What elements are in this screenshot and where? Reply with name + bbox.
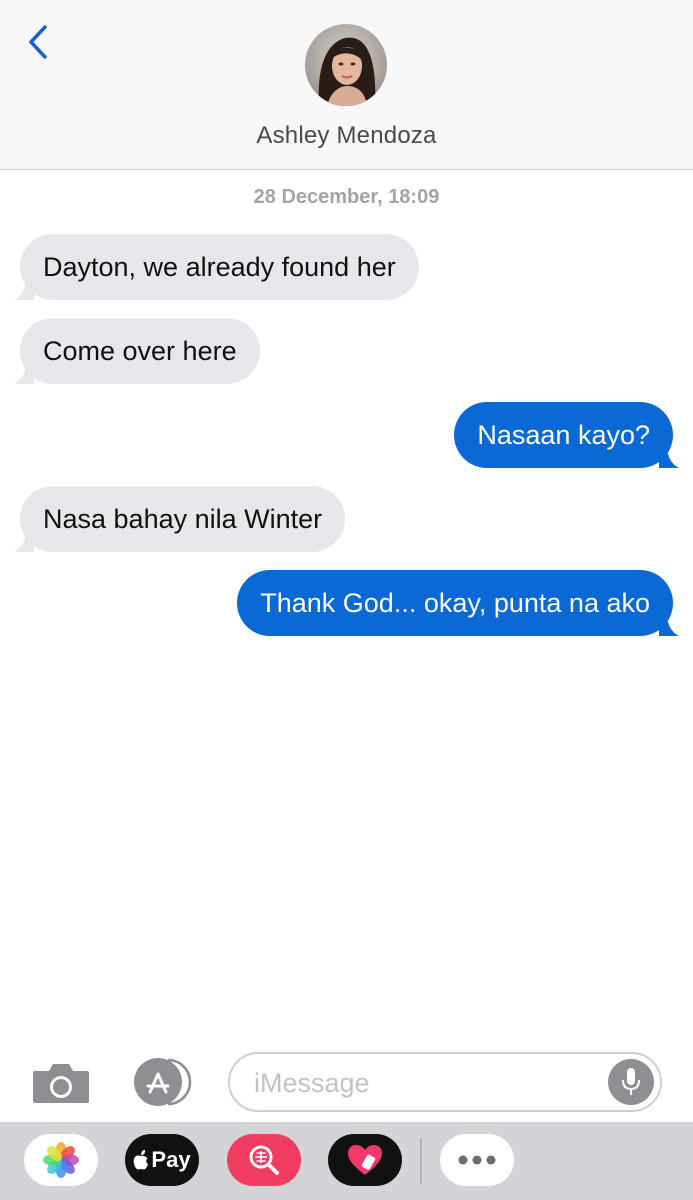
outgoing-message-bubble[interactable]: Nasaan kayo? <box>454 402 679 468</box>
apple-pay-button[interactable]: Pay <box>125 1134 199 1186</box>
digital-touch-app-button[interactable] <box>328 1134 402 1186</box>
chevron-left-icon <box>29 25 47 59</box>
conversation-header: Ashley Mendoza <box>0 0 693 170</box>
bubble-tail-icon <box>14 278 34 300</box>
bubble-tail-icon <box>659 446 679 468</box>
message-text: Nasa bahay nila Winter <box>43 504 323 534</box>
contact-avatar[interactable] <box>305 24 387 106</box>
camera-button[interactable] <box>30 1058 92 1106</box>
message-text: Thank God... okay, punta na ako <box>260 588 650 618</box>
digital-touch-icon <box>348 1145 382 1175</box>
app-drawer: Pay <box>0 1122 693 1200</box>
apple-logo-icon <box>134 1150 149 1170</box>
outgoing-message-bubble[interactable]: Thank God... okay, punta na ako <box>237 570 679 636</box>
message-timestamp: 28 December, 18:09 <box>253 186 440 208</box>
photos-app-button[interactable] <box>24 1134 98 1186</box>
photos-icon <box>43 1142 79 1178</box>
messages-screen: Ashley Mendoza 28 December, 18:09 Dayton… <box>0 0 693 1200</box>
microphone-icon <box>622 1068 640 1095</box>
message-text: Dayton, we already found her <box>43 252 396 282</box>
message-text: Come over here <box>43 336 237 366</box>
contact-name[interactable]: Ashley Mendoza <box>0 122 693 150</box>
drawer-divider <box>420 1138 422 1184</box>
more-apps-button[interactable] <box>440 1134 514 1186</box>
image-search-app-button[interactable] <box>227 1134 301 1186</box>
app-store-icon <box>134 1058 192 1106</box>
incoming-message-bubble[interactable]: Dayton, we already found her <box>14 234 419 300</box>
bubble-tail-icon <box>14 362 34 384</box>
back-button[interactable] <box>18 20 58 64</box>
incoming-message-bubble[interactable]: Come over here <box>14 318 260 384</box>
dictation-button[interactable] <box>608 1059 654 1105</box>
message-input-container <box>228 1052 662 1112</box>
app-store-button[interactable] <box>128 1056 194 1108</box>
camera-icon <box>33 1064 89 1103</box>
incoming-message-bubble[interactable]: Nasa bahay nila Winter <box>14 486 346 552</box>
more-icon <box>458 1155 496 1165</box>
apple-pay-label: Pay <box>151 1147 191 1172</box>
image-search-icon <box>249 1145 279 1175</box>
message-text: Nasaan kayo? <box>477 420 650 450</box>
bubble-tail-icon <box>659 614 679 636</box>
bubble-tail-icon <box>14 530 34 552</box>
message-input[interactable] <box>252 1064 596 1102</box>
